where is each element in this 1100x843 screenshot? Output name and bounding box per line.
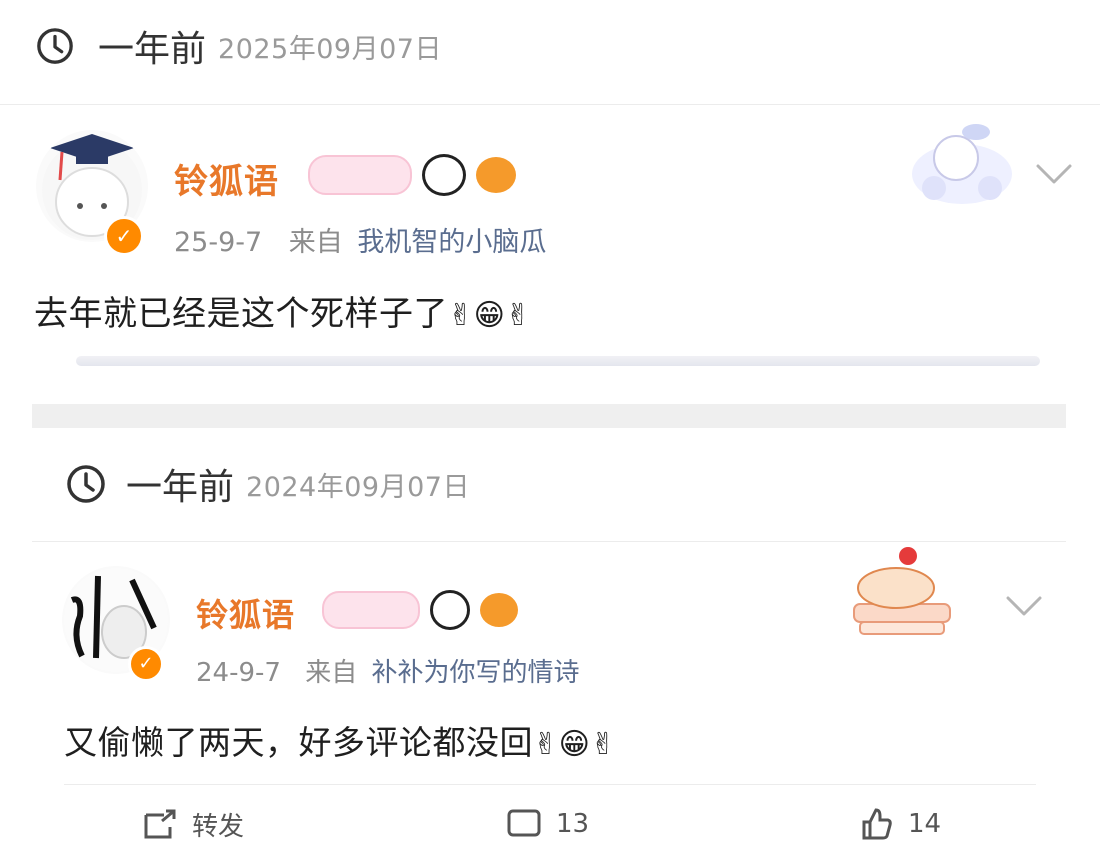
victory-hand-icon: ✌: [505, 297, 532, 333]
post-text-body: 去年就已经是这个死样子了: [34, 294, 448, 334]
user-badges: [322, 590, 518, 630]
like-button[interactable]: 14: [858, 806, 941, 842]
verified-badge: ✓: [104, 216, 144, 256]
panda-icon: [430, 590, 470, 630]
comment-button[interactable]: 13: [506, 806, 589, 842]
post-source[interactable]: 补补为你写的情诗: [371, 658, 579, 688]
fan-badge-icon: [308, 155, 412, 195]
post-source[interactable]: 我机智的小脑瓜: [357, 227, 546, 258]
user-name[interactable]: 铃狐语: [174, 154, 279, 203]
bunny-sticker-icon: [912, 124, 1012, 204]
time-ago-label: 一年前: [126, 467, 235, 508]
user-name[interactable]: 铃狐语: [196, 590, 295, 636]
post-time: 25-9-7: [174, 227, 263, 258]
decoration-sticker: [840, 540, 960, 644]
post-time: 24-9-7: [196, 658, 281, 688]
victory-hand-icon: ✌: [590, 726, 617, 762]
post-text: 去年就已经是这个死样子了✌😁✌: [34, 286, 531, 335]
decoration-sticker: [898, 110, 1028, 210]
from-label: 来自: [305, 658, 358, 688]
chevron-down-icon[interactable]: [1004, 590, 1044, 620]
post-date: 2024年09月07日: [246, 471, 470, 503]
user-badges: [308, 154, 516, 196]
comment-icon: [507, 809, 541, 837]
victory-hand-icon: ✌: [448, 297, 474, 333]
divider: [0, 104, 1100, 105]
grinning-face-icon: 😁: [473, 297, 506, 333]
section-separator: [32, 404, 1066, 428]
time-ago-label: 一年前: [98, 29, 207, 70]
divider-line: [76, 356, 1040, 366]
post-header-1: 一年前 2025年09月07日: [36, 24, 442, 70]
like-count: 14: [908, 809, 942, 839]
from-label: 来自: [288, 227, 343, 258]
post-header-2: 一年前 2024年09月07日: [66, 462, 470, 508]
clock-icon: [67, 465, 105, 503]
verified-badge: ✓: [128, 646, 164, 682]
post-meta: 24-9-7 来自 补补为你写的情诗: [196, 652, 580, 689]
cat-sticker-icon: [853, 547, 951, 635]
pufferfish-icon: [476, 157, 516, 193]
post-meta: 25-9-7 来自 我机智的小脑瓜: [174, 220, 546, 259]
chevron-down-icon[interactable]: [1034, 158, 1074, 188]
victory-hand-icon: ✌: [533, 726, 559, 762]
grinning-face-icon: 😁: [558, 726, 591, 762]
fan-badge-icon: [322, 591, 420, 629]
comment-count: 13: [556, 809, 590, 839]
post-date: 2025年09月07日: [218, 33, 442, 65]
clock-icon: [37, 28, 73, 64]
post-text-body: 又偷懒了两天，好多评论都没回: [64, 723, 533, 762]
pufferfish-icon: [480, 593, 518, 627]
post-text: 又偷懒了两天，好多评论都没回✌😁✌: [64, 716, 616, 764]
thumbs-up-icon: [862, 808, 892, 840]
panda-icon: [422, 154, 466, 196]
divider: [64, 784, 1036, 785]
